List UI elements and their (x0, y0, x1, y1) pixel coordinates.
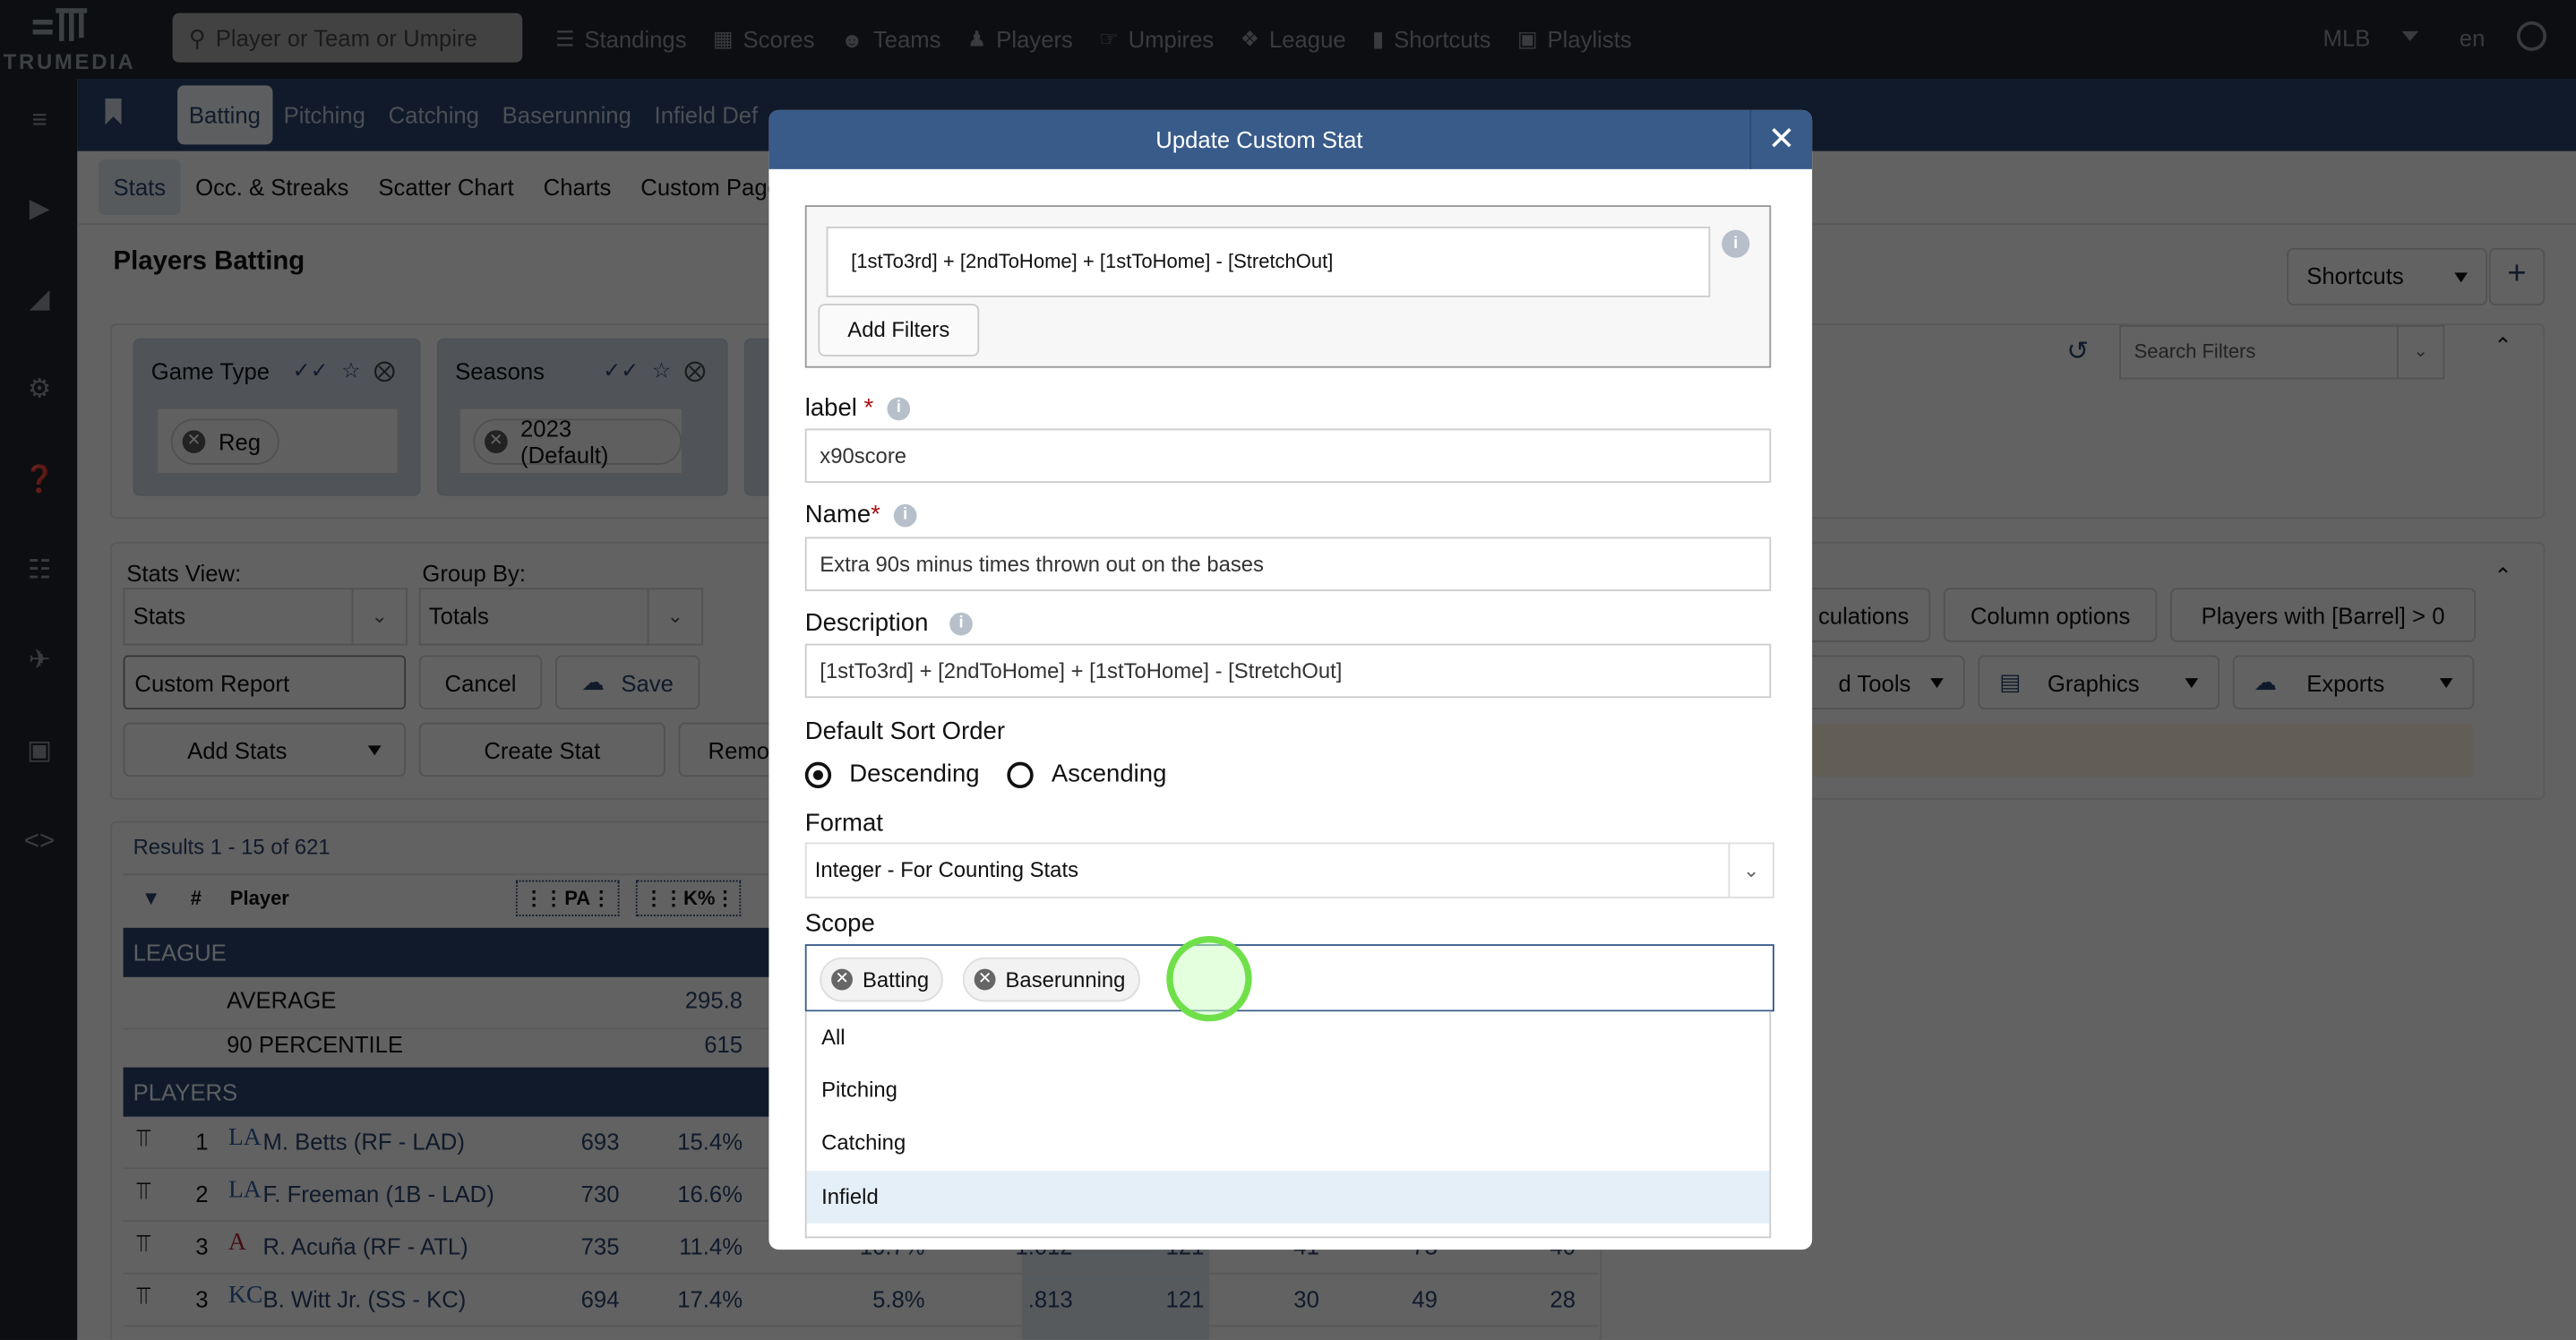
chevron-down-icon: ⌄ (1728, 844, 1773, 897)
modal-title: Update Custom Stat (1155, 126, 1363, 153)
cursor-indicator (1166, 935, 1252, 1022)
modal-header: Update Custom Stat ✕ (769, 109, 1813, 169)
label-input[interactable]: x90score (804, 428, 1772, 483)
format-label: Format (804, 809, 883, 838)
scope-dropdown-menu: All Pitching Catching Infield (804, 1011, 1772, 1239)
scope-tag-baserunning[interactable]: ✕ Baserunning (962, 957, 1140, 1002)
name-field-label: Name* (804, 501, 880, 529)
scope-label: Scope (804, 909, 875, 938)
info-icon[interactable]: i (887, 397, 911, 421)
close-icon[interactable]: ✕ (974, 968, 996, 991)
radio-ascending[interactable] (1007, 761, 1034, 788)
close-icon[interactable]: ✕ (1749, 109, 1812, 169)
scope-option-infield[interactable]: Infield (806, 1171, 1770, 1224)
update-custom-stat-modal: Update Custom Stat ✕ [1stTo3rd] + [2ndTo… (769, 109, 1813, 1250)
info-icon[interactable]: i (893, 503, 917, 528)
formula-box: [1stTo3rd] + [2ndToHome] + [1stToHome] -… (804, 205, 1772, 368)
scope-option-pitching[interactable]: Pitching (807, 1064, 1770, 1117)
radio-descending[interactable] (804, 761, 832, 788)
description-field-label: Description (804, 609, 929, 638)
ascending-label[interactable]: Ascending (1052, 760, 1167, 788)
name-input[interactable]: Extra 90s minus times thrown out on the … (804, 537, 1772, 591)
label-field-label: label * (804, 393, 874, 423)
scope-option-catching[interactable]: Catching (807, 1117, 1770, 1170)
scope-tag-batting[interactable]: ✕ Batting (820, 957, 944, 1002)
formula-input[interactable]: [1stTo3rd] + [2ndToHome] + [1stToHome] -… (826, 226, 1711, 297)
scope-option-all[interactable]: All (807, 1011, 1770, 1064)
sort-order-label: Default Sort Order (804, 717, 1006, 746)
info-icon[interactable]: i (949, 612, 973, 636)
close-icon[interactable]: ✕ (831, 968, 853, 991)
description-input[interactable]: [1stTo3rd] + [2ndToHome] + [1stToHome] -… (804, 643, 1772, 699)
scope-multiselect[interactable]: ✕ Batting ✕ Baserunning (804, 944, 1774, 1012)
descending-label[interactable]: Descending (849, 760, 979, 788)
format-select[interactable]: Integer - For Counting Stats ⌄ (804, 842, 1774, 898)
info-icon[interactable]: i (1722, 229, 1750, 258)
add-filters-button[interactable]: Add Filters (818, 304, 980, 356)
